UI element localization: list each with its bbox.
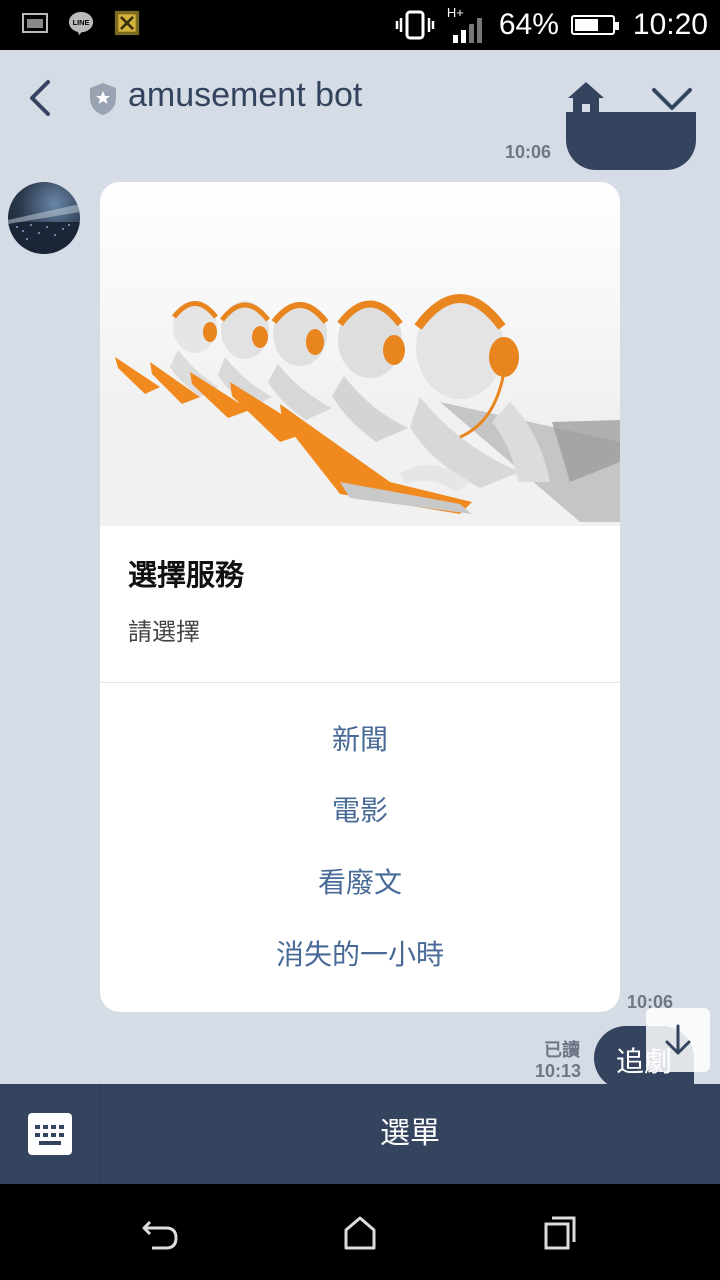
- official-shield-icon: [88, 82, 118, 116]
- arrow-down-icon: [665, 1024, 691, 1055]
- notification-icons: LINE: [22, 10, 140, 36]
- card-subtitle: 請選擇: [128, 618, 200, 646]
- menu-label[interactable]: 選單: [100, 1084, 720, 1184]
- card-title: 選擇服務: [128, 558, 245, 592]
- back-button[interactable]: [24, 78, 60, 118]
- nav-back-button[interactable]: [140, 1212, 180, 1252]
- previous-message-time: 10:06: [505, 142, 552, 162]
- action-news[interactable]: 新聞: [100, 710, 620, 770]
- line-app-icon: LINE: [68, 10, 94, 36]
- nav-home-button[interactable]: [340, 1212, 380, 1252]
- battery-percent: 64%: [498, 8, 559, 41]
- back-icon: [30, 80, 50, 116]
- status-indicators: H+ 64% 10:20: [395, 0, 708, 50]
- chevron-down-icon: [652, 88, 692, 110]
- image-notification-icon: [22, 10, 48, 36]
- clock: 10:20: [632, 8, 708, 41]
- nav-back-icon: [142, 1220, 178, 1250]
- home-icon: [568, 82, 604, 114]
- signal-indicator: H+: [447, 5, 487, 45]
- vibrate-icon: [395, 10, 435, 40]
- home-button[interactable]: [566, 80, 606, 116]
- template-card: 選擇服務 請選擇 新聞 電影 看廢文 消失的一小時: [100, 182, 620, 1012]
- keyboard-button[interactable]: [0, 1084, 101, 1184]
- card-divider: [100, 682, 620, 683]
- action-lost-hour[interactable]: 消失的一小時: [100, 925, 620, 985]
- rich-menu-bar: 選單: [0, 1084, 720, 1184]
- bot-avatar[interactable]: [8, 182, 80, 254]
- android-nav-bar: [0, 1184, 720, 1280]
- nav-recents-button[interactable]: [540, 1212, 580, 1252]
- read-receipt: 已讀: [544, 1040, 580, 1061]
- scroll-to-bottom-button[interactable]: [646, 1008, 710, 1072]
- action-movies[interactable]: 電影: [100, 781, 620, 841]
- nav-recents-icon: [544, 1216, 576, 1250]
- nav-home-icon: [344, 1216, 376, 1250]
- status-bar: LINE H+ 64% 10:20: [0, 0, 720, 50]
- previous-message-bubble[interactable]: [566, 112, 696, 170]
- keyboard-icon: [28, 1113, 72, 1155]
- action-read-posts[interactable]: 看廢文: [100, 853, 620, 913]
- battery-icon: [570, 15, 619, 35]
- game-notification-icon: [114, 10, 140, 36]
- signal-icon: [452, 18, 482, 43]
- menu-toggle-button[interactable]: [650, 84, 694, 114]
- sent-time: 10:13: [535, 1061, 582, 1081]
- card-image: [100, 182, 620, 526]
- chat-title: amusement bot: [128, 76, 363, 114]
- svg-text:LINE: LINE: [73, 18, 90, 27]
